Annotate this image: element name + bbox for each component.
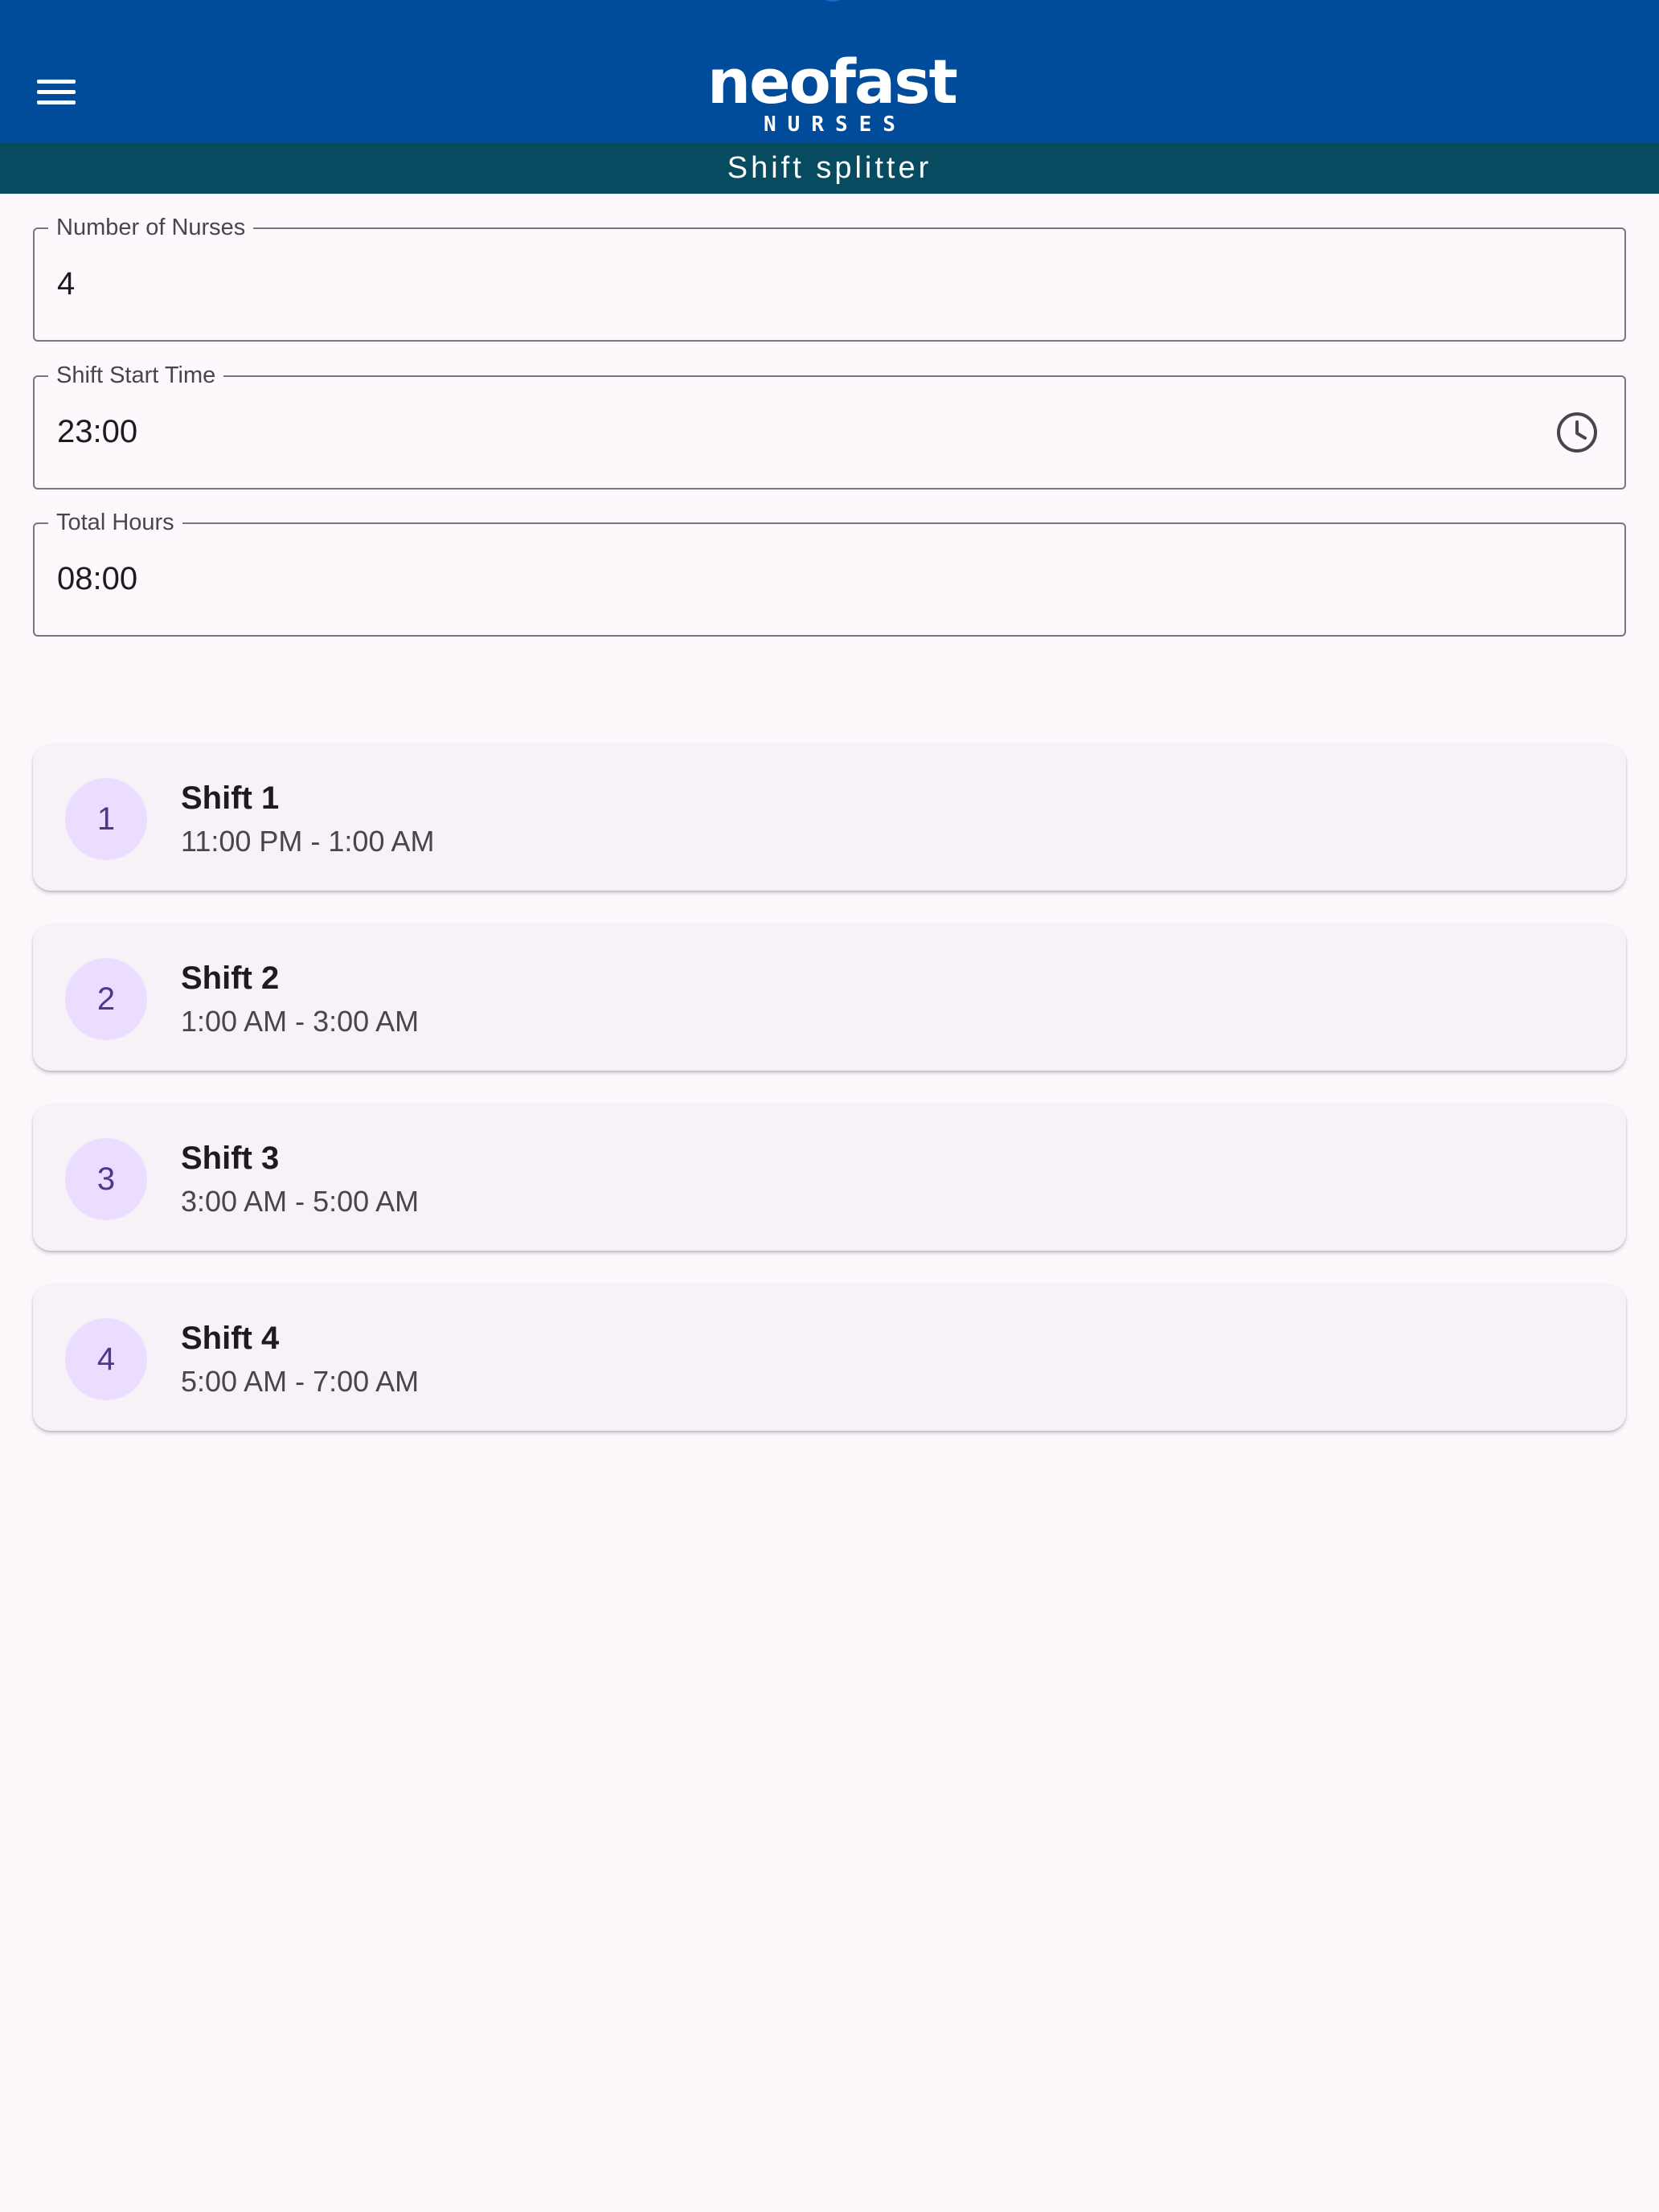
shift-number-avatar: 3 [65,1138,147,1220]
field-outline [33,522,1626,637]
total-hours-field[interactable]: Total Hours 08:00 [33,509,1626,637]
hamburger-menu-icon-line [37,100,76,104]
shift-card[interactable]: 1 Shift 1 11:00 PM - 1:00 AM [33,744,1626,891]
shift-time-range: 5:00 AM - 7:00 AM [181,1365,420,1398]
start-time-input[interactable]: 23:00 [57,408,137,456]
shift-title: Shift 1 [181,780,280,816]
shift-time-range: 1:00 AM - 3:00 AM [181,1005,420,1038]
app-bar: neofast NURSES [0,0,1659,143]
shift-number-avatar: 2 [65,958,147,1040]
field-outline [33,375,1626,490]
hamburger-menu-icon-line [37,90,76,94]
nurses-input[interactable]: 4 [57,260,75,308]
field-outline [33,227,1626,342]
shift-title: Shift 4 [181,1321,280,1356]
nurses-field-label: Number of Nurses [48,214,254,241]
start-time-field-label: Shift Start Time [48,362,224,389]
page-title-bar: Shift splitter [0,143,1659,194]
shift-title: Shift 3 [181,1141,280,1176]
nurses-field[interactable]: Number of Nurses 4 [33,214,1626,342]
shift-card[interactable]: 4 Shift 4 5:00 AM - 7:00 AM [33,1284,1626,1431]
shift-number-avatar: 1 [65,778,147,860]
shift-title: Shift 2 [181,961,280,996]
shift-time-range: 11:00 PM - 1:00 AM [181,825,435,858]
shift-card[interactable]: 2 Shift 2 1:00 AM - 3:00 AM [33,924,1626,1071]
shift-time-range: 3:00 AM - 5:00 AM [181,1185,420,1218]
total-hours-field-label: Total Hours [48,509,182,536]
shift-card[interactable]: 3 Shift 3 3:00 AM - 5:00 AM [33,1104,1626,1251]
shift-number-avatar: 4 [65,1318,147,1400]
neofast-logo: neofast NURSES [707,46,958,136]
menu-button[interactable] [26,63,88,121]
logo-word: neofast [707,46,958,117]
clock-icon[interactable] [1555,411,1599,454]
hamburger-menu-icon [37,80,76,84]
page-title: Shift splitter [727,151,932,185]
total-hours-input[interactable]: 08:00 [57,555,137,603]
start-time-field[interactable]: Shift Start Time 23:00 [33,362,1626,490]
status-indicator [817,0,849,2]
